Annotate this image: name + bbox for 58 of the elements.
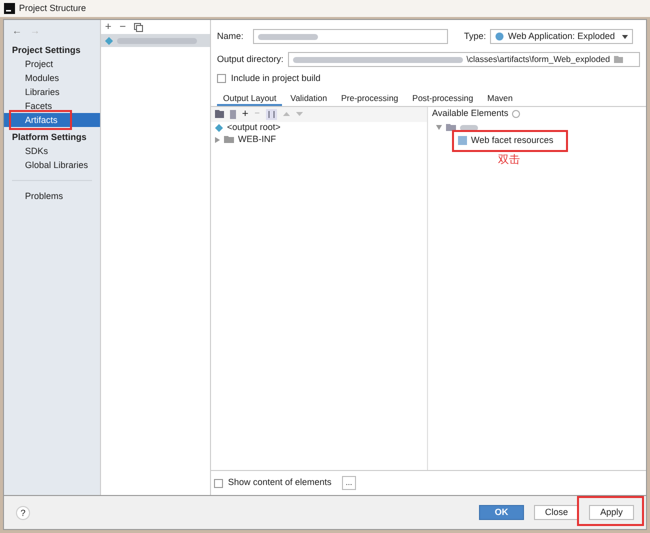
more-button[interactable]: ... <box>342 476 356 490</box>
include-checkbox[interactable]: Include in project build <box>211 67 646 86</box>
annotation-note: 双击 <box>497 152 521 168</box>
name-field[interactable] <box>253 29 448 44</box>
tree-item[interactable]: WEB-INF <box>238 132 276 146</box>
copy-icon <box>134 22 143 32</box>
help-icon <box>512 110 520 118</box>
panel-heading: Available Elements <box>432 107 508 120</box>
sidebar-item[interactable]: Problems <box>4 189 100 203</box>
back-button[interactable]: ← <box>12 24 22 39</box>
sidebar-item[interactable]: SDKs <box>4 144 100 158</box>
sidebar-item[interactable]: Global Libraries <box>4 158 100 172</box>
tab[interactable]: Pre-processing <box>335 90 404 106</box>
sort-icon <box>266 108 277 120</box>
toolbar-button[interactable]: − <box>119 18 126 36</box>
dialog-button[interactable]: OK <box>479 505 524 520</box>
toolbar-button[interactable]: + <box>105 18 112 36</box>
caret-icon <box>622 34 628 38</box>
dialog-button[interactable]: Close <box>534 505 579 520</box>
artifact-icon <box>105 36 113 44</box>
blurred-text <box>460 124 478 132</box>
dialog-button[interactable]: Apply <box>589 505 634 520</box>
section-heading: Platform Settings <box>11 131 88 144</box>
tree-item[interactable]: Web facet resources <box>471 134 554 148</box>
field-label: Output directory: <box>217 52 284 66</box>
sidebar-item[interactable]: Facets <box>4 99 100 113</box>
collapse-arrow-icon <box>436 125 442 130</box>
archive-icon <box>230 110 236 118</box>
sidebar-item[interactable]: Artifacts <box>4 113 100 127</box>
web-resource-icon <box>458 136 467 145</box>
app-logo-icon <box>4 3 15 14</box>
web-icon <box>495 32 504 41</box>
move-up-icon <box>282 112 290 116</box>
diamond-icon <box>215 124 223 132</box>
window-title: Project Structure <box>19 2 86 15</box>
sidebar-item[interactable]: Libraries <box>4 85 100 99</box>
artifact-row[interactable] <box>101 34 210 47</box>
tab[interactable]: Maven <box>481 90 519 106</box>
folder-icon <box>614 56 623 63</box>
expand-arrow-icon <box>215 136 220 142</box>
add-button[interactable]: + <box>242 106 248 122</box>
sidebar-item[interactable]: Modules <box>4 71 100 85</box>
output-directory-field[interactable]: \classes\artifacts\form_Web_exploded <box>288 52 640 67</box>
show-content-checkbox[interactable]: Show content of elements <box>214 476 332 490</box>
tab[interactable]: Post-processing <box>406 90 480 106</box>
help-button[interactable]: ? <box>16 506 30 520</box>
tree-item[interactable]: <output root> <box>227 120 281 134</box>
move-down-icon <box>296 112 303 116</box>
blurred-text <box>258 32 318 40</box>
field-label: Name: <box>217 30 245 43</box>
type-dropdown[interactable]: Web Application: Exploded <box>490 29 634 44</box>
new-folder-icon <box>215 110 224 118</box>
module-folder-icon <box>446 124 456 131</box>
section-heading: Project Settings <box>11 44 82 57</box>
field-label: Type: <box>464 30 486 43</box>
tab[interactable]: Validation <box>284 90 334 106</box>
folder-icon <box>224 136 234 143</box>
sidebar-item[interactable]: Project <box>4 57 100 71</box>
